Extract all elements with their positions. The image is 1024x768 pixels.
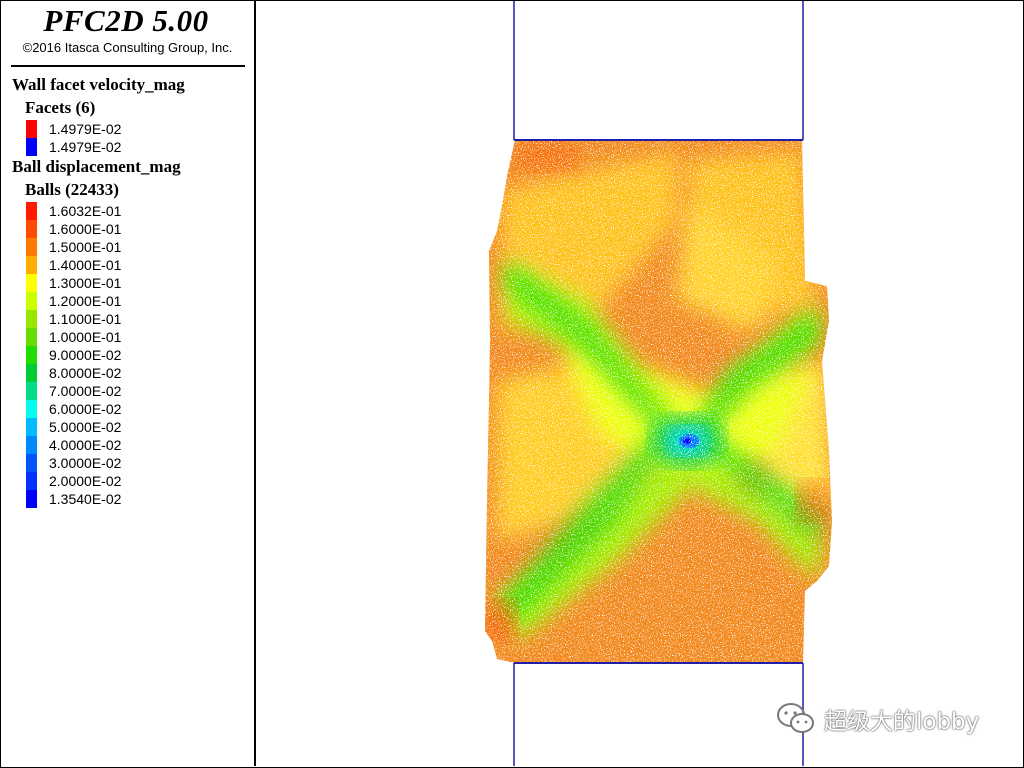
ball-legend-swatch <box>26 256 37 274</box>
ball-legend-swatch <box>26 400 37 418</box>
ball-legend-swatch <box>26 364 37 382</box>
ball-legend-label: 1.2000E-01 <box>49 293 122 309</box>
ball-legend-swatch <box>26 346 37 364</box>
ball-legend-label: 2.0000E-02 <box>49 473 122 489</box>
ball-legend-label: 1.3000E-01 <box>49 275 122 291</box>
wall-legend-title: Wall facet velocity_mag <box>12 75 185 94</box>
ball-legend-swatch <box>26 328 37 346</box>
watermark-text: 超级大的lobby <box>824 709 980 735</box>
legend-panel: PFC2D 5.00 ©2016 Itasca Consulting Group… <box>1 1 256 766</box>
legend-divider <box>11 65 245 67</box>
ball-legend-swatch <box>26 436 37 454</box>
ball-legend-swatch <box>26 292 37 310</box>
balls-legend-subtitle: Balls (22433) <box>25 180 119 199</box>
sample-body <box>485 140 832 663</box>
ball-legend-label: 3.0000E-02 <box>49 455 122 471</box>
ball-legend-swatch <box>26 418 37 436</box>
ball-legend-swatch <box>26 310 37 328</box>
ball-legend-label: 1.6032E-01 <box>49 203 122 219</box>
ball-legend-label: 4.0000E-02 <box>49 437 122 453</box>
ball-legend-title: Ball displacement_mag <box>12 157 181 176</box>
wall-legend-label: 1.4979E-02 <box>49 139 122 155</box>
ball-legend-label: 7.0000E-02 <box>49 383 122 399</box>
ball-legend-label: 5.0000E-02 <box>49 419 122 435</box>
ball-legend-swatch <box>26 220 37 238</box>
ball-legend-label: 9.0000E-02 <box>49 347 122 363</box>
facets-legend-subtitle: Facets (6) <box>25 98 96 117</box>
watermark: 超级大的lobby <box>776 702 979 736</box>
ball-legend-swatch <box>26 454 37 472</box>
app-title: PFC2D 5.00 <box>43 3 209 38</box>
ball-legend-swatch <box>26 472 37 490</box>
ball-legend-label: 1.4000E-01 <box>49 257 122 273</box>
ball-legend-swatch <box>26 238 37 256</box>
ball-legend-label: 6.0000E-02 <box>49 401 122 417</box>
wechat-icon <box>777 703 814 733</box>
model-canvas[interactable] <box>257 1 1022 766</box>
wall-legend-swatch <box>26 138 37 156</box>
ball-legend-swatch <box>26 490 37 508</box>
ball-legend-swatch <box>26 274 37 292</box>
ball-legend-label: 1.6000E-01 <box>49 221 122 237</box>
wall-legend-swatch <box>26 120 37 138</box>
ball-legend-label: 8.0000E-02 <box>49 365 122 381</box>
ball-legend-swatch <box>26 382 37 400</box>
ball-legend-label: 1.5000E-01 <box>49 239 122 255</box>
ball-legend-label: 1.0000E-01 <box>49 329 122 345</box>
model-viewport[interactable] <box>257 1 1022 766</box>
wall-legend-label: 1.4979E-02 <box>49 121 122 137</box>
copyright-text: ©2016 Itasca Consulting Group, Inc. <box>22 40 233 55</box>
ball-legend-label: 1.1000E-01 <box>49 311 122 327</box>
ball-legend-swatch <box>26 202 37 220</box>
ball-legend-label: 1.3540E-02 <box>49 491 122 507</box>
